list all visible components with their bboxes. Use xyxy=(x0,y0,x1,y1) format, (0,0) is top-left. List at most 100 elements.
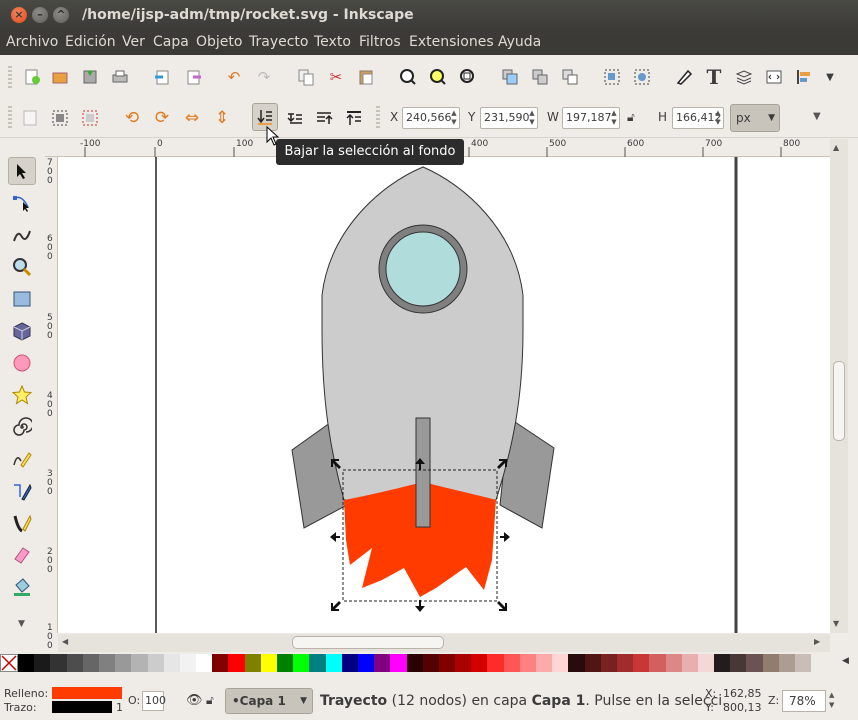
zoom-selection-icon[interactable] xyxy=(396,65,420,89)
color-swatch[interactable] xyxy=(98,654,116,672)
scale-handle-bottom[interactable] xyxy=(415,600,425,612)
new-document-icon[interactable] xyxy=(20,65,44,89)
import-icon[interactable] xyxy=(150,65,174,89)
lock-icon[interactable]: 🔓︎ xyxy=(627,110,635,125)
group-icon[interactable] xyxy=(600,65,624,89)
raise-icon[interactable] xyxy=(312,106,336,130)
x-coordinate-field[interactable]: 240,566 ▲ ▼ xyxy=(402,107,460,129)
fill-color-swatch[interactable] xyxy=(52,687,122,699)
undo-icon[interactable]: ↶ xyxy=(222,65,246,89)
menu-capa[interactable]: Capa xyxy=(153,34,189,50)
star-tool-icon[interactable] xyxy=(8,381,36,409)
zoom-field[interactable]: 78% xyxy=(782,690,826,712)
color-swatch[interactable] xyxy=(422,654,439,672)
color-swatch[interactable] xyxy=(536,654,553,672)
ungroup-icon[interactable] xyxy=(630,65,654,89)
minimize-window-button[interactable]: – xyxy=(32,7,48,23)
horizontal-scroll-thumb[interactable] xyxy=(292,636,444,649)
scroll-right-arrow-icon[interactable]: ▶ xyxy=(814,637,820,646)
lower-icon[interactable] xyxy=(283,106,307,130)
color-swatch[interactable] xyxy=(277,654,294,672)
menu-archivo[interactable]: Archivo xyxy=(6,34,58,50)
drawing-canvas[interactable] xyxy=(58,157,830,633)
eraser-tool-icon[interactable] xyxy=(8,541,36,569)
color-swatch[interactable] xyxy=(730,654,747,672)
spin-arrows-icon[interactable]: ▲ ▼ xyxy=(528,109,536,127)
menu-ver[interactable]: Ver xyxy=(122,34,145,50)
color-swatch[interactable] xyxy=(163,654,180,672)
open-file-icon[interactable] xyxy=(48,65,72,89)
color-swatch[interactable] xyxy=(714,654,731,672)
spiral-tool-icon[interactable] xyxy=(8,413,36,441)
color-swatch[interactable] xyxy=(341,654,358,672)
selector-tool-icon[interactable] xyxy=(8,157,36,185)
color-swatch[interactable] xyxy=(616,654,634,672)
color-swatch[interactable] xyxy=(633,654,650,672)
vertical-scroll-thumb[interactable] xyxy=(833,361,845,441)
pencil-tool-icon[interactable] xyxy=(8,445,36,473)
tweak-tool-icon[interactable] xyxy=(8,221,36,249)
menu-filtros[interactable]: Filtros xyxy=(359,34,401,50)
color-swatch[interactable] xyxy=(179,654,197,672)
color-swatch[interactable] xyxy=(131,654,148,672)
node-tool-icon[interactable] xyxy=(8,189,36,217)
toolbar-overflow-icon[interactable]: ▼ xyxy=(818,65,842,89)
unit-select[interactable]: px ▼ xyxy=(730,104,780,132)
pen-tool-icon[interactable] xyxy=(8,477,36,505)
copy-icon[interactable] xyxy=(294,65,318,89)
text-font-icon[interactable]: T xyxy=(702,65,726,89)
layers-icon[interactable] xyxy=(732,65,756,89)
color-swatch[interactable] xyxy=(778,654,795,672)
color-swatch[interactable] xyxy=(584,654,601,672)
color-swatch[interactable] xyxy=(600,654,617,672)
rocket-window-glass[interactable] xyxy=(385,231,461,307)
align-distribute-icon[interactable] xyxy=(792,65,816,89)
no-paint-swatch[interactable] xyxy=(0,654,18,672)
color-swatch[interactable] xyxy=(697,654,715,672)
toolbar-grip[interactable] xyxy=(8,66,12,90)
fill-stroke-icon[interactable] xyxy=(672,65,696,89)
print-icon[interactable] xyxy=(108,65,132,89)
flip-vertical-icon[interactable]: ⇕ xyxy=(210,106,234,130)
color-swatch[interactable] xyxy=(34,654,51,672)
rotate-ccw-icon[interactable]: ⟲ xyxy=(120,106,144,130)
color-swatch[interactable] xyxy=(487,654,504,672)
vertical-scrollbar[interactable]: ▲ ▼ xyxy=(830,139,848,633)
controls-overflow-icon[interactable]: ▼ xyxy=(813,111,821,122)
color-swatch[interactable] xyxy=(746,654,763,672)
color-swatch[interactable] xyxy=(115,654,132,672)
color-swatch[interactable] xyxy=(50,654,67,672)
color-swatch[interactable] xyxy=(82,654,99,672)
stroke-color-swatch[interactable] xyxy=(52,701,112,713)
duplicate-icon[interactable] xyxy=(498,65,522,89)
height-field[interactable]: 166,412 ▲ ▼ xyxy=(672,107,724,129)
color-swatch[interactable] xyxy=(681,654,698,672)
color-swatch[interactable] xyxy=(374,654,391,672)
color-swatch[interactable] xyxy=(568,654,585,672)
zoom-page-icon[interactable] xyxy=(456,65,480,89)
ellipse-tool-icon[interactable] xyxy=(8,349,36,377)
toolbar-grip[interactable] xyxy=(8,106,12,130)
color-swatch[interactable] xyxy=(665,654,682,672)
select-all-layers-icon[interactable] xyxy=(48,106,72,130)
toolbar-grip[interactable] xyxy=(376,106,380,130)
toolbox-overflow-icon[interactable]: ▼ xyxy=(18,619,25,629)
export-icon[interactable] xyxy=(182,65,206,89)
scale-handle-left[interactable] xyxy=(330,532,340,542)
3d-box-tool-icon[interactable] xyxy=(8,317,36,345)
deselect-icon[interactable] xyxy=(78,106,102,130)
xml-editor-icon[interactable] xyxy=(762,65,786,89)
menu-texto[interactable]: Texto xyxy=(314,34,351,50)
menu-edicion[interactable]: Edición xyxy=(65,34,116,50)
color-swatch[interactable] xyxy=(390,654,407,672)
color-swatch[interactable] xyxy=(471,654,488,672)
unlink-clone-icon[interactable] xyxy=(558,65,582,89)
horizontal-scrollbar[interactable]: ◀ ▶ xyxy=(58,634,830,652)
color-swatch[interactable] xyxy=(18,654,35,672)
color-swatch[interactable] xyxy=(795,654,812,672)
color-swatch[interactable] xyxy=(649,654,666,672)
eye-icon[interactable]: 👁︎ xyxy=(186,693,203,708)
scroll-up-arrow-icon[interactable]: ▲ xyxy=(833,143,839,152)
scroll-down-arrow-icon[interactable]: ▼ xyxy=(833,619,839,628)
opacity-field[interactable]: 100 xyxy=(142,691,166,711)
